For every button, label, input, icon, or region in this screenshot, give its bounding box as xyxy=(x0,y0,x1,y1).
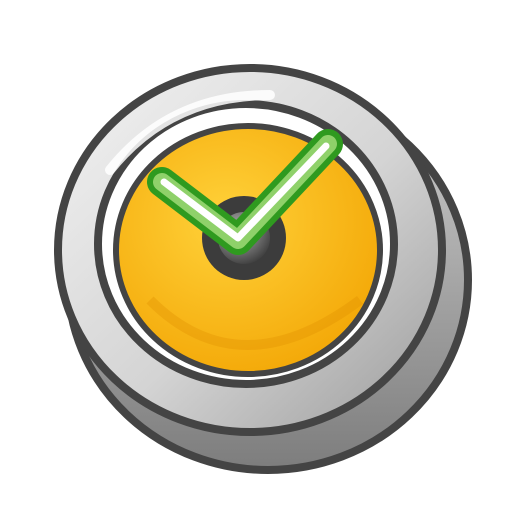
app-icon-canvas xyxy=(0,0,512,512)
timer-check-icon xyxy=(54,64,472,474)
